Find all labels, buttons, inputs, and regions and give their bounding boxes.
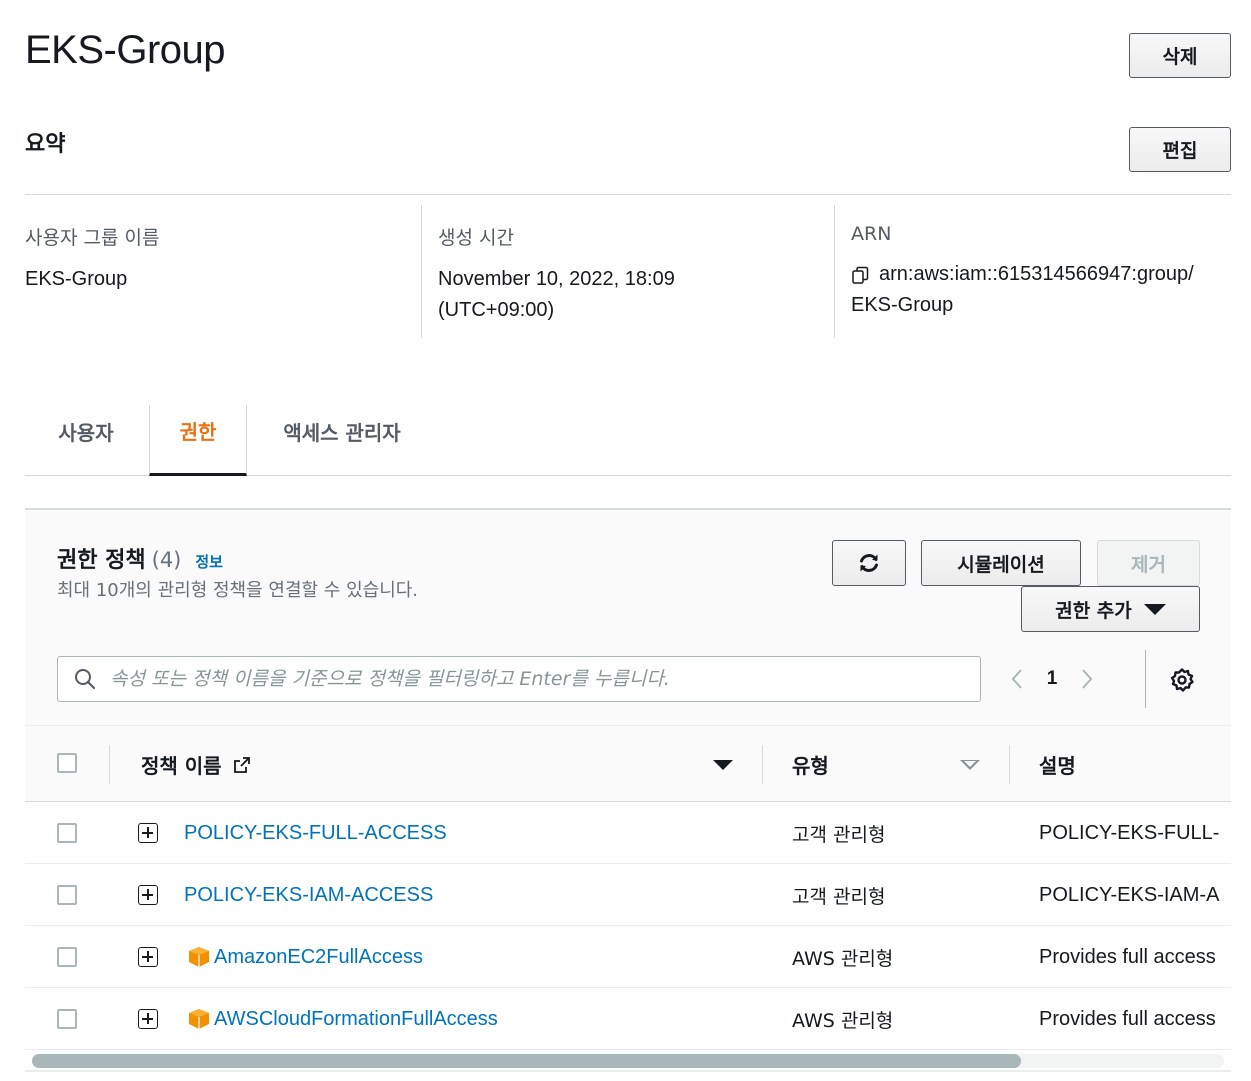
- created-value-line1: November 10, 2022, 18:09: [438, 268, 675, 290]
- sort-desc-icon[interactable]: [713, 760, 733, 770]
- info-link[interactable]: 정보: [195, 551, 223, 572]
- sort-icon[interactable]: [960, 760, 980, 770]
- table-row[interactable]: AmazonEC2FullAccess AWS 관리형 Provides ful…: [25, 926, 1231, 988]
- prev-page-icon[interactable]: [1005, 656, 1029, 702]
- summary-title: 요약: [25, 132, 66, 157]
- row-checkbox[interactable]: [57, 947, 77, 967]
- pagination: 1: [1005, 656, 1099, 702]
- add-permissions-button[interactable]: 권한 추가: [1021, 586, 1200, 632]
- column-type[interactable]: 유형: [792, 726, 829, 803]
- column-divider: [109, 745, 110, 784]
- group-name-value: EKS-Group: [25, 268, 128, 290]
- column-policy-name[interactable]: 정책 이름: [141, 726, 252, 803]
- tab-access-advisor[interactable]: 액세스 관리자: [247, 405, 437, 476]
- table-bottom-border: [25, 1070, 1231, 1072]
- search-box[interactable]: [57, 656, 981, 702]
- policy-type: AWS 관리형: [792, 947, 894, 970]
- policy-description: POLICY-EKS-IAM-A: [1039, 883, 1220, 906]
- panel-count: (4): [151, 548, 182, 572]
- created-label: 생성 시간: [438, 227, 514, 249]
- policy-name-cell: POLICY-EKS-IAM-ACCESS: [138, 864, 433, 926]
- table-row[interactable]: POLICY-EKS-FULL-ACCESS 고객 관리형 POLICY-EKS…: [25, 802, 1231, 864]
- aws-managed-cube-icon: [189, 1009, 209, 1029]
- delete-button[interactable]: 삭제: [1129, 33, 1231, 78]
- search-input[interactable]: [110, 668, 950, 690]
- next-page-icon[interactable]: [1075, 656, 1099, 702]
- table-row[interactable]: AWSCloudFormationFullAccess AWS 관리형 Prov…: [25, 988, 1231, 1050]
- column-description-label: 설명: [1039, 754, 1076, 778]
- summary-created: 생성 시간 November 10, 2022, 18:09 (UTC+09:0…: [421, 205, 834, 338]
- expand-icon[interactable]: [138, 823, 158, 843]
- row-checkbox[interactable]: [57, 1009, 77, 1029]
- column-type-label: 유형: [792, 754, 829, 778]
- table-row[interactable]: POLICY-EKS-IAM-ACCESS 고객 관리형 POLICY-EKS-…: [25, 864, 1231, 926]
- group-name-label: 사용자 그룹 이름: [25, 227, 160, 249]
- edit-button[interactable]: 편집: [1129, 127, 1231, 172]
- policy-description: Provides full access: [1039, 1007, 1216, 1030]
- search-icon: [75, 669, 96, 690]
- panel-header: 권한 정책 (4) 정보 최대 10개의 관리형 정책을 연결할 수 있습니다.…: [25, 510, 1231, 725]
- policy-link[interactable]: POLICY-EKS-IAM-ACCESS: [184, 884, 433, 907]
- horizontal-scrollbar[interactable]: [32, 1054, 1224, 1068]
- add-permissions-label: 권한 추가: [1055, 599, 1132, 622]
- policy-name-cell: POLICY-EKS-FULL-ACCESS: [138, 802, 447, 864]
- refresh-icon: [860, 554, 878, 572]
- policy-name-cell: AWSCloudFormationFullAccess: [138, 988, 498, 1050]
- expand-icon[interactable]: [138, 947, 158, 967]
- arn-value-line2: EKS-Group: [851, 294, 954, 316]
- select-all-checkbox[interactable]: [57, 753, 77, 773]
- arn-value: arn:aws:iam::615314566947:group/ EKS-Gro…: [851, 259, 1234, 321]
- summary-group-name: 사용자 그룹 이름 EKS-Group: [25, 205, 421, 338]
- policy-name-cell: AmazonEC2FullAccess: [138, 926, 423, 988]
- column-description[interactable]: 설명: [1039, 726, 1076, 803]
- scrollbar-thumb[interactable]: [32, 1054, 1022, 1068]
- policy-type: 고객 관리형: [792, 823, 886, 846]
- copy-icon[interactable]: [851, 265, 873, 285]
- tab-permissions[interactable]: 권한: [149, 405, 247, 476]
- row-checkbox[interactable]: [57, 885, 77, 905]
- policy-link[interactable]: AmazonEC2FullAccess: [214, 946, 423, 969]
- expand-icon[interactable]: [138, 885, 158, 905]
- expand-icon[interactable]: [138, 1009, 158, 1029]
- policy-link[interactable]: POLICY-EKS-FULL-ACCESS: [184, 822, 447, 845]
- caret-down-icon: [1143, 603, 1166, 615]
- arn-label: ARN: [851, 223, 892, 245]
- summary-divider: [25, 194, 1231, 195]
- gear-icon[interactable]: [1168, 666, 1196, 694]
- policy-description: Provides full access: [1039, 945, 1216, 968]
- table-header: 정책 이름 유형 설명: [25, 725, 1231, 802]
- remove-button[interactable]: 제거: [1097, 540, 1200, 586]
- pager-divider: [1145, 650, 1146, 708]
- aws-managed-cube-icon: [189, 947, 209, 967]
- policy-type: 고객 관리형: [792, 885, 886, 908]
- column-policy-name-label: 정책 이름: [141, 754, 222, 778]
- policy-type: AWS 관리형: [792, 1009, 894, 1032]
- external-link-icon: [233, 756, 250, 773]
- tab-users[interactable]: 사용자: [25, 405, 147, 476]
- row-checkbox[interactable]: [57, 823, 77, 843]
- page-title: EKS-Group: [25, 28, 226, 72]
- summary-arn: ARN arn:aws:iam::615314566947:group/ EKS…: [834, 205, 1234, 338]
- page-number[interactable]: 1: [1029, 668, 1075, 690]
- permissions-panel: 권한 정책 (4) 정보 최대 10개의 관리형 정책을 연결할 수 있습니다.…: [25, 508, 1231, 1081]
- refresh-button[interactable]: [832, 540, 906, 586]
- arn-value-line1: arn:aws:iam::615314566947:group/: [879, 263, 1194, 285]
- policy-description: POLICY-EKS-FULL-: [1039, 821, 1220, 844]
- column-divider: [762, 745, 763, 784]
- policy-link[interactable]: AWSCloudFormationFullAccess: [214, 1008, 498, 1031]
- simulate-button[interactable]: 시뮬레이션: [921, 540, 1081, 586]
- column-divider: [1009, 745, 1010, 784]
- tab-bar: 사용자 권한 액세스 관리자: [25, 405, 1231, 476]
- panel-title: 권한 정책 (4) 정보: [57, 542, 223, 574]
- panel-description: 최대 10개의 관리형 정책을 연결할 수 있습니다.: [57, 580, 419, 601]
- created-value: November 10, 2022, 18:09 (UTC+09:00): [438, 264, 834, 326]
- panel-title-text: 권한 정책: [57, 548, 146, 573]
- created-value-line2: (UTC+09:00): [438, 299, 555, 321]
